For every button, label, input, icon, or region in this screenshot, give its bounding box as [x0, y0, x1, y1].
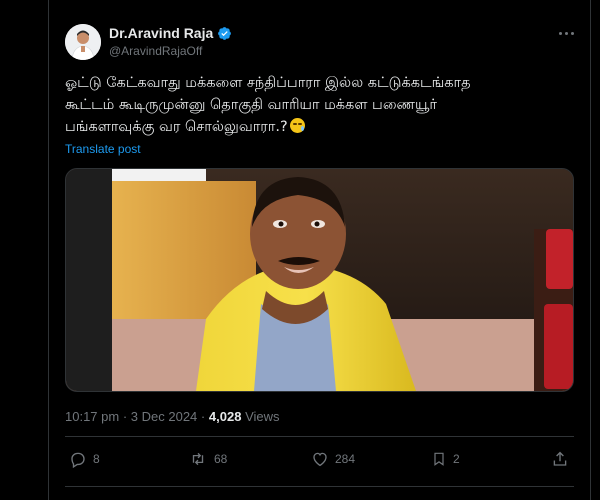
like-button[interactable]: 284: [311, 450, 355, 468]
reply-button[interactable]: 8: [69, 450, 100, 468]
translate-post-link[interactable]: Translate post: [65, 142, 141, 156]
reply-count: 8: [93, 452, 100, 466]
repost-icon: [192, 452, 204, 466]
meta-separator: ·: [200, 409, 206, 424]
tweet-text: ஓட்டு கேட்கவாது மக்களை சந்திப்பாரா இல்ல …: [65, 72, 565, 138]
meta-separator: ·: [122, 409, 128, 424]
repost-button[interactable]: 68: [188, 450, 227, 468]
verified-badge-icon: [217, 26, 232, 41]
post-time[interactable]: 10:17 pm: [65, 409, 119, 424]
crying-face-icon: [289, 118, 305, 133]
bookmark-count: 2: [453, 452, 460, 466]
tweet: Dr.Aravind Raja @AravindRajaOff ஓட்டு கே…: [49, 0, 590, 500]
repost-count: 68: [214, 452, 228, 466]
column-border-right: [590, 0, 591, 500]
bookmark-button[interactable]: 2: [431, 450, 460, 468]
bookmark-icon: [434, 452, 444, 466]
author-name-row[interactable]: Dr.Aravind Raja: [109, 25, 232, 41]
post-page: Dr.Aravind Raja @AravindRajaOff ஓட்டு கே…: [0, 0, 600, 500]
like-count: 284: [335, 452, 356, 466]
action-bar: 8 68 284 2: [65, 450, 575, 474]
tweet-text-line: கூட்டம் கூடிருமுன்னு தொகுதி வாரியா மக்கள…: [65, 97, 437, 113]
tweet-text-line: பங்களாவுக்கு வர சொல்லுவாரா.?: [65, 116, 565, 138]
tweet-text-line: ஓட்டு கேட்கவாது மக்களை சந்திப்பாரா இல்ல …: [65, 75, 471, 91]
post-date[interactable]: 3 Dec 2024: [131, 409, 198, 424]
reply-icon: [71, 452, 85, 468]
divider: [65, 436, 574, 437]
share-icon: [553, 451, 567, 466]
views-label: Views: [245, 409, 280, 424]
tweet-text-segment: பங்களாவுக்கு வர சொல்லுவாரா.?: [65, 119, 288, 135]
divider: [65, 486, 574, 487]
tweet-image[interactable]: [65, 168, 574, 392]
more-options-icon[interactable]: [555, 26, 577, 40]
display-name[interactable]: Dr.Aravind Raja: [109, 25, 213, 41]
tweet-image-picture: [66, 169, 573, 391]
avatar[interactable]: [65, 24, 101, 60]
share-button[interactable]: [551, 450, 569, 468]
author-handle[interactable]: @AravindRajaOff: [109, 44, 202, 58]
post-metadata: 10:17 pm · 3 Dec 2024 · 4,028 Views: [65, 409, 280, 424]
heart-icon: [313, 452, 327, 467]
views-count: 4,028: [208, 409, 242, 424]
